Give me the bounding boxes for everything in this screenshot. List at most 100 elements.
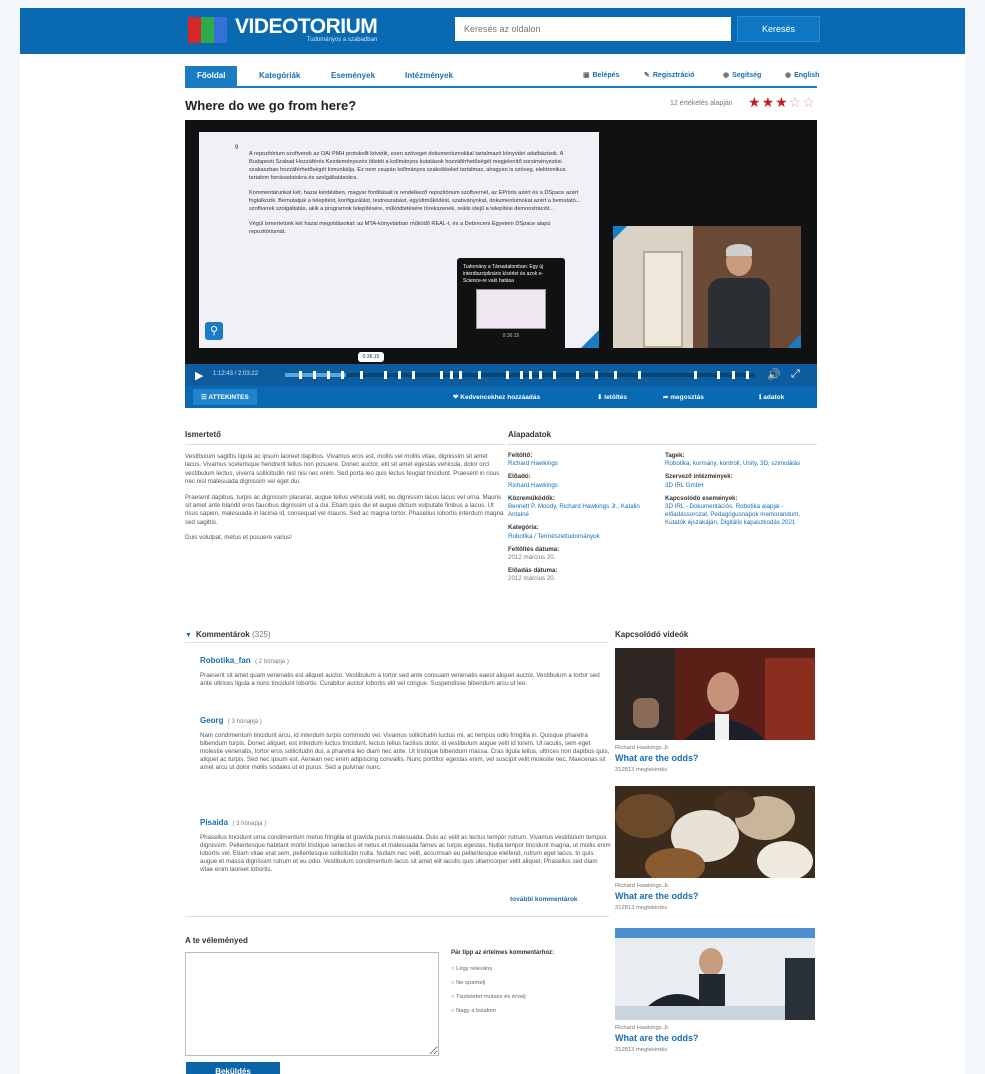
related-views: 312813 megtekintés — [615, 767, 668, 773]
star-icon[interactable]: ★ — [748, 94, 762, 110]
chapter-marker[interactable] — [731, 371, 735, 379]
chapter-marker[interactable] — [552, 371, 556, 379]
play-icon[interactable]: ▶ — [195, 369, 203, 382]
comment-rule: ○ Nagy a bizalom — [451, 1008, 497, 1014]
chapter-marker[interactable] — [614, 371, 617, 379]
organizer-link[interactable]: 3D IRL GmbH — [665, 482, 817, 490]
comment-body: Phasellus tincidunt urna condimentum met… — [200, 834, 611, 873]
chapter-marker[interactable] — [576, 371, 580, 379]
rating-count: 12 értékelés alapján — [670, 100, 733, 107]
related-title[interactable]: What are the odds? — [615, 753, 699, 763]
volume-icon[interactable]: 🔊 — [767, 368, 781, 381]
chapter-marker[interactable] — [440, 371, 444, 379]
page: VIDEOTORIUM Tudományos a szabadban Keres… — [20, 8, 965, 1074]
comment-author[interactable]: Pisaida — [200, 818, 228, 827]
tab-events[interactable]: Események — [319, 66, 387, 86]
related-thumb-image — [615, 648, 815, 740]
star-empty-icon[interactable]: ☆ — [802, 94, 816, 110]
star-icon[interactable]: ★ — [762, 94, 776, 110]
tab-home[interactable]: Főoldal — [185, 66, 238, 86]
register-link[interactable]: ✎ Regisztráció — [644, 71, 695, 79]
slide-resize-corner[interactable] — [581, 330, 599, 348]
logo-red-block — [188, 17, 201, 43]
language-link[interactable]: ◉ English — [785, 71, 819, 79]
chapter-marker[interactable] — [745, 371, 749, 379]
chapter-marker[interactable] — [458, 371, 462, 379]
search-button[interactable]: Keresés — [737, 16, 820, 42]
related-thumb-image — [615, 928, 815, 1020]
chapter-marker[interactable] — [520, 371, 523, 379]
logo-name: VIDEOTORIUM — [235, 15, 378, 38]
star-empty-icon[interactable]: ☆ — [789, 94, 803, 110]
share-button[interactable]: ➦ megosztás — [663, 393, 704, 401]
chapter-marker[interactable] — [449, 371, 453, 379]
submit-button[interactable]: Beküldés — [186, 1062, 280, 1074]
chapter-marker[interactable] — [595, 371, 599, 379]
tags-links[interactable]: Robotika, kormány, kontroll, Unity, 3D, … — [665, 460, 817, 468]
download-button[interactable]: ⬇ letöltés — [597, 393, 627, 401]
category-link[interactable]: Robotika / Természettudományok — [508, 533, 658, 541]
tab-institutions[interactable]: Intézmények — [393, 66, 465, 86]
comment-author[interactable]: Robotika_fan — [200, 656, 251, 665]
related-title[interactable]: What are the odds? — [615, 1033, 699, 1043]
related-heading: Kapcsolódó videók — [615, 630, 689, 639]
zoom-icon[interactable]: ⚲ — [205, 322, 223, 340]
chapter-marker[interactable] — [383, 371, 387, 379]
comments-heading[interactable]: ▼ Kommentárok (325) — [185, 630, 271, 639]
tooltip-thumbnail — [476, 289, 546, 329]
comment-rule: ○ Ne spamelj — [451, 980, 486, 986]
comment-body: Nam condimentum tincidunt arcu, id inter… — [200, 732, 610, 771]
tooltip-time: 0:36:15 — [502, 333, 520, 339]
search-input[interactable] — [455, 17, 731, 41]
fullscreen-icon[interactable]: ⤢ — [791, 368, 800, 381]
tab-categories[interactable]: Kategóriák — [247, 66, 312, 86]
related-thumbnail[interactable] — [615, 786, 815, 878]
comment-author[interactable]: Georg — [200, 716, 224, 725]
chapter-marker[interactable] — [693, 371, 697, 379]
chapter-marker[interactable] — [313, 371, 317, 379]
info-button[interactable]: ℹ adatok — [759, 393, 784, 401]
star-icon[interactable]: ★ — [775, 94, 789, 110]
chapter-marker[interactable] — [411, 371, 415, 379]
related-title[interactable]: What are the odds? — [615, 891, 699, 901]
collapse-triangle-icon[interactable]: ▼ — [185, 632, 192, 639]
add-favourite-button[interactable]: ❤ Kedvencekhez hozzáadás — [453, 393, 540, 401]
chapter-marker[interactable] — [477, 371, 481, 379]
comment-item: Pisaida ( 3 hónapja ) Phasellus tincidun… — [200, 812, 612, 874]
contributors-links[interactable]: Bennett P. Moody, Richard Hawkings Jr., … — [508, 503, 658, 519]
chapter-marker[interactable] — [538, 371, 542, 379]
uploader-link[interactable]: Richard Hawkings — [508, 460, 658, 468]
top-bar: VIDEOTORIUM Tudományos a szabadban Keres… — [20, 8, 965, 54]
related-thumb-image — [615, 786, 815, 878]
chapter-marker[interactable] — [505, 371, 509, 379]
chapter-marker[interactable] — [717, 371, 721, 379]
login-link[interactable]: ▣ Belépés — [583, 71, 619, 79]
speaker-link[interactable]: Richard Hawkings — [508, 482, 658, 490]
slide-paragraph: Kommentárunkat két, hazai kérdésben, mag… — [249, 190, 581, 212]
chapter-marker[interactable] — [360, 371, 364, 379]
speaker-camera-view[interactable] — [613, 226, 801, 348]
hover-time-bubble: 0:36:15 — [358, 352, 384, 362]
chapter-marker[interactable] — [299, 371, 303, 379]
chapter-marker[interactable] — [637, 371, 641, 379]
related-thumbnail[interactable] — [615, 928, 815, 1020]
chapter-marker[interactable] — [327, 371, 331, 379]
related-thumbnail[interactable] — [615, 648, 815, 740]
contents-button[interactable]: ☰ ATTEKINTES — [193, 389, 257, 405]
chapter-marker[interactable] — [529, 371, 533, 379]
slide-paragraph: A repozitórium szoftverek az OAI PMH pro… — [249, 151, 566, 181]
chapter-marker[interactable] — [341, 371, 345, 379]
comment-textarea[interactable] — [185, 952, 439, 1056]
camera-swap-corner[interactable] — [613, 226, 627, 240]
description-heading: Ismertető — [185, 430, 222, 439]
star-rating[interactable]: ★★★☆☆ — [748, 94, 816, 111]
video-title: Where do we go from here? — [185, 98, 357, 113]
help-link[interactable]: ◉ Segítség — [723, 71, 761, 79]
related-author: Richard Hawkings Jr. — [615, 1025, 670, 1031]
related-events-links[interactable]: 3D IRL - Dokumentációs, Robotika alapjai… — [665, 503, 817, 528]
video-player[interactable]: 9 A repozitórium szoftverek az OAI PMH p… — [185, 120, 817, 408]
chapter-marker[interactable] — [397, 371, 401, 379]
logo[interactable]: VIDEOTORIUM Tudományos a szabadban — [188, 15, 378, 43]
more-comments-link[interactable]: további kommentárok — [510, 896, 578, 903]
camera-resize-corner[interactable] — [787, 334, 801, 348]
